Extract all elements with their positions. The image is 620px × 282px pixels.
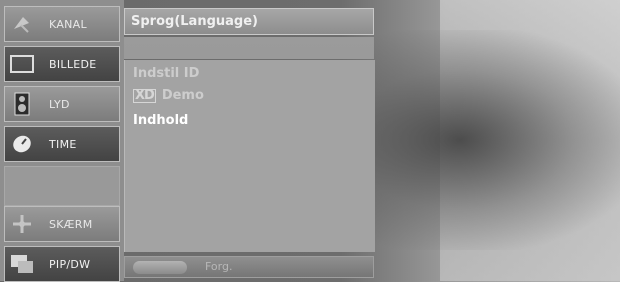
- sidebar-item-label: KANAL: [49, 17, 87, 31]
- sidebar-item-label: PIP/DW: [49, 257, 91, 271]
- satellite-dish-icon: [5, 13, 39, 35]
- sidebar-item-kanal[interactable]: KANAL: [4, 6, 120, 42]
- button-pill-icon: [133, 261, 187, 274]
- xd-logo: XD: [133, 88, 156, 103]
- option-demo[interactable]: XD Demo: [133, 88, 204, 103]
- sidebar-item-label: SKÆRM: [49, 217, 93, 231]
- sidebar-item-skaerm[interactable]: SKÆRM: [4, 206, 120, 242]
- option-demo-label: Demo: [161, 88, 204, 103]
- option-indstil-id[interactable]: Indstil ID: [133, 66, 199, 81]
- sidebar-empty-slot: [4, 166, 120, 206]
- clock-icon: [5, 133, 39, 155]
- sidebar: KANAL BILLEDE LYD TIME SKÆRM PIP/DW: [0, 0, 124, 282]
- sidebar-item-label: LYD: [49, 97, 70, 111]
- speaker-icon: [5, 92, 39, 116]
- bottom-bar: Forg.: [124, 256, 374, 278]
- option-panel: Indstil ID XD Demo Indhold: [124, 60, 375, 252]
- screen-background-shadow: [340, 30, 620, 250]
- sidebar-item-pip[interactable]: PIP/DW: [4, 246, 120, 282]
- sidebar-item-lyd[interactable]: LYD: [4, 86, 120, 122]
- screen-adjust-icon: [5, 213, 39, 235]
- pip-icon: [5, 254, 39, 274]
- menu-title-spacer: [124, 37, 374, 59]
- sidebar-item-time[interactable]: TIME: [4, 126, 120, 162]
- screen-icon: [5, 55, 39, 73]
- option-indhold[interactable]: Indhold: [133, 113, 188, 128]
- sidebar-item-billede[interactable]: BILLEDE: [4, 46, 120, 82]
- sidebar-item-label: TIME: [49, 137, 77, 151]
- footer-label: Forg.: [205, 260, 233, 273]
- menu-title: Sprog(Language): [124, 8, 374, 35]
- sidebar-item-label: BILLEDE: [49, 57, 97, 71]
